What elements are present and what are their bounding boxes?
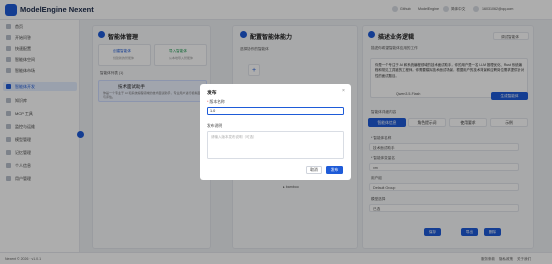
publish-button[interactable]: 发布 (326, 166, 343, 174)
version-name-input[interactable]: 1.0 (207, 107, 344, 115)
close-icon[interactable]: × (342, 88, 345, 94)
cancel-button[interactable]: 取消 (306, 166, 322, 174)
modal-title: 发布 (207, 91, 217, 96)
notes-label: 发布说明 (207, 124, 223, 128)
release-notes-textarea[interactable]: 请输入版本发布说明（可选） (207, 131, 344, 159)
app-root: ModelEngine Nexent Github ModelEngine 简体… (0, 0, 552, 264)
version-label: * 版本名称 (207, 100, 225, 105)
version-label-text: 版本名称 (209, 100, 225, 104)
